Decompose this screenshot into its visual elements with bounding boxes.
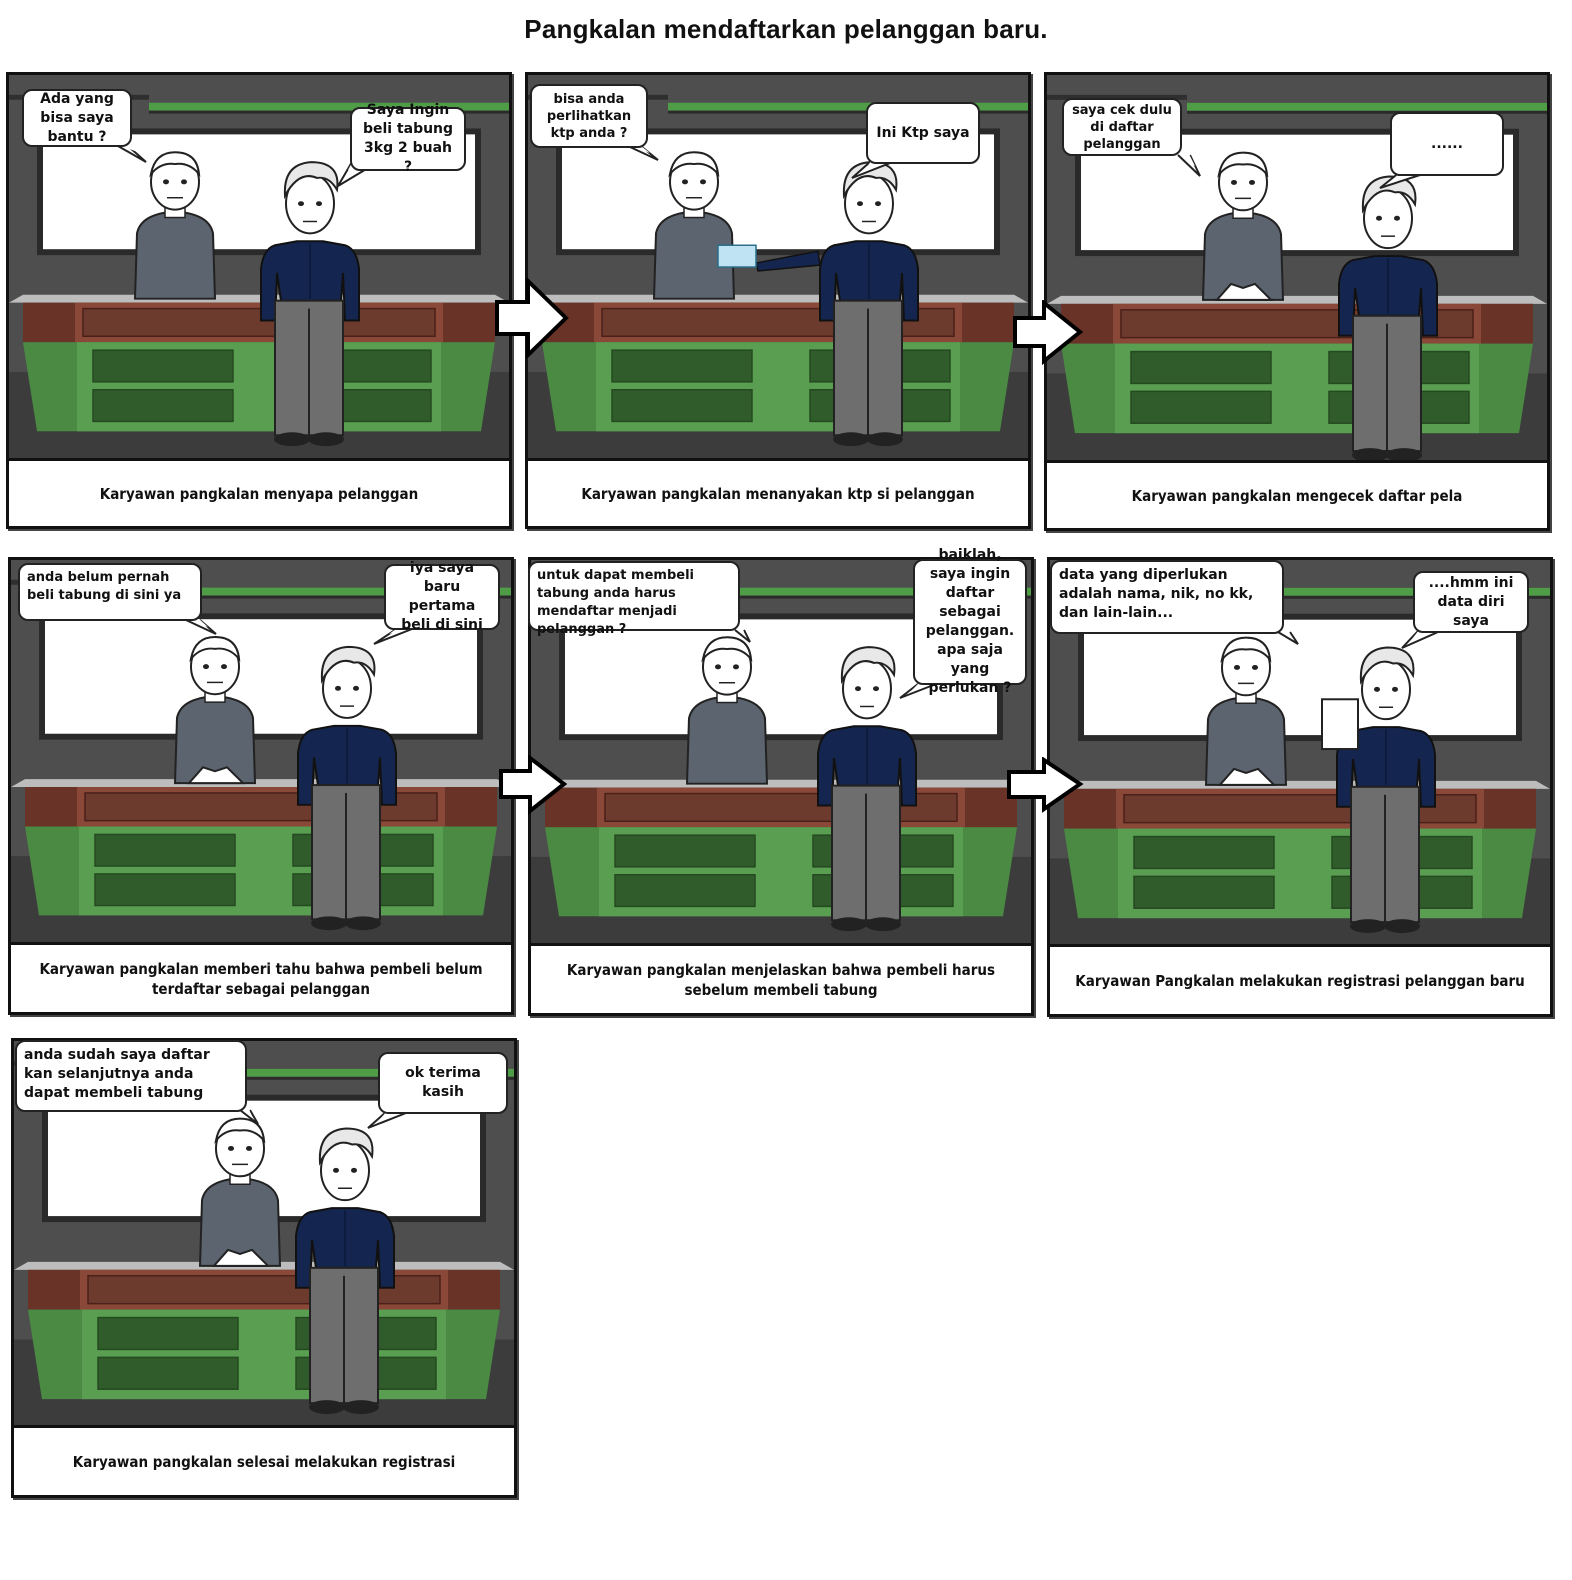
id-card-icon (717, 244, 757, 268)
customer-speech-bubble: Ini Ktp saya (866, 102, 980, 164)
employee-speech-bubble: untuk dapat membeli tabung anda harus me… (528, 561, 740, 637)
panel-caption: Karyawan pangkalan menanyakan ktp si pel… (528, 458, 1028, 526)
panel-caption: Karyawan Pangkalan melakukan registrasi … (1050, 944, 1550, 1014)
employee-speech-bubble: anda belum pernah beli tabung di sini ya (18, 563, 202, 621)
panel-caption: Karyawan pangkalan memberi tahu bahwa pe… (11, 942, 511, 1012)
arrow-right-icon (495, 278, 569, 358)
employee-speech-bubble: bisa anda perlihatkan ktp anda ? (530, 84, 648, 148)
employee-speech-bubble: saya cek dulu di daftar pelanggan (1062, 98, 1182, 156)
customer-speech-bubble: ok terima kasih (378, 1052, 508, 1114)
page-title: Pangkalan mendaftarkan pelanggan baru. (524, 14, 1048, 44)
panel-caption: Karyawan pangkalan menyapa pelanggan (9, 458, 509, 526)
panel-caption: Karyawan pangkalan mengecek daftar pela (1047, 460, 1547, 528)
customer-speech-bubble: Saya Ingin beli tabung 3kg 2 buah ? (350, 102, 466, 175)
employee-speech-bubble: anda sudah saya daftar kan selanjutnya a… (15, 1040, 247, 1112)
arrow-right-icon (1007, 757, 1084, 813)
arrow-right-icon (499, 755, 568, 815)
paper-icon (1321, 698, 1359, 751)
panel-caption: Karyawan pangkalan selesai melakukan reg… (14, 1425, 514, 1495)
customer-speech-bubble: ...... (1390, 112, 1504, 176)
panel-caption: Karyawan pangkalan menjelaskan bahwa pem… (531, 943, 1031, 1013)
employee-speech-bubble: Ada yang bisa saya bantu ? (22, 89, 132, 147)
customer-speech-bubble: iya saya baru pertama beli di sini (384, 560, 500, 633)
arrow-right-icon (1013, 300, 1084, 366)
customer-speech-bubble: baiklah, saya ingin daftar sebagai pelan… (913, 547, 1027, 696)
employee-speech-bubble: data yang diperlukan adalah nama, nik, n… (1050, 560, 1284, 634)
customer-speech-bubble: ....hmm ini data diri saya (1413, 571, 1529, 633)
